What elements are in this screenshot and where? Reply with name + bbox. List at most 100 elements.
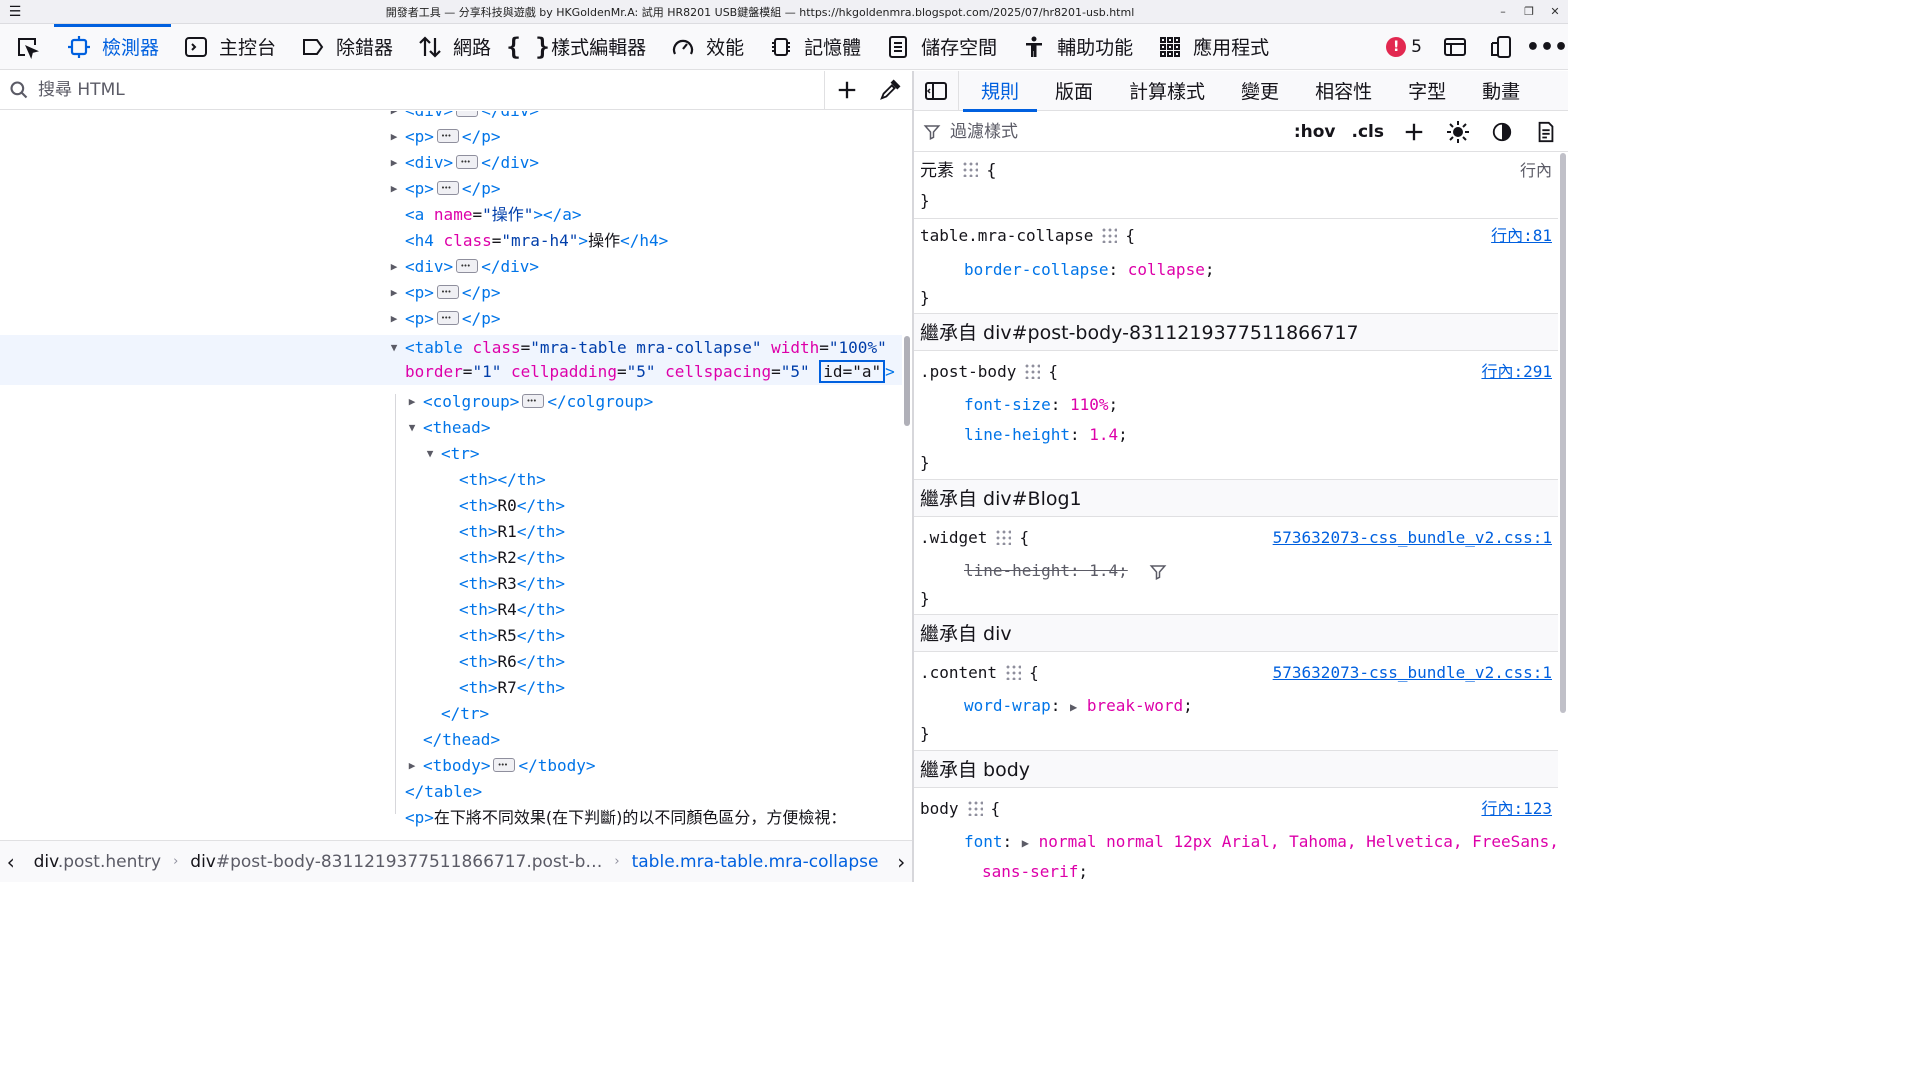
- markup-node[interactable]: ▶ <p></p>: [0, 123, 902, 150]
- css-value[interactable]: 110%: [1070, 395, 1109, 414]
- css-value[interactable]: collapse: [1128, 260, 1205, 279]
- rule-selector[interactable]: .content: [920, 663, 997, 682]
- css-property[interactable]: border-collapse: [964, 260, 1109, 279]
- markup-node-selected[interactable]: ▼ <table class="mra-table mra-collapse" …: [0, 335, 902, 385]
- element-picker-button[interactable]: [0, 24, 54, 70]
- collapsed-ellipsis[interactable]: [456, 149, 479, 175]
- more-options-icon[interactable]: •••: [1526, 34, 1568, 60]
- collapsed-ellipsis[interactable]: [493, 752, 516, 778]
- breadcrumb-item[interactable]: div.post.hentry: [22, 852, 174, 872]
- collapsed-ellipsis[interactable]: [436, 279, 459, 305]
- markup-node-th[interactable]: <th>R0</th>: [0, 493, 902, 519]
- error-count-button[interactable]: ! 5: [1386, 37, 1422, 57]
- markup-node-th[interactable]: <th>R7</th>: [0, 675, 902, 701]
- markup-node-th[interactable]: <th>R4</th>: [0, 597, 902, 623]
- rule-selector[interactable]: table.mra-collapse: [920, 226, 1093, 245]
- collapse-arrow-icon[interactable]: ▼: [424, 441, 436, 467]
- markup-node[interactable]: ▶ <colgroup></colgroup>: [0, 388, 902, 415]
- markup-node-close[interactable]: </thead>: [0, 727, 902, 753]
- tab-changes[interactable]: 變更: [1223, 71, 1297, 111]
- css-value[interactable]: 1.4: [1089, 425, 1118, 444]
- markup-node-close[interactable]: </table>: [0, 779, 902, 805]
- collapse-arrow-icon[interactable]: ▼: [406, 415, 418, 441]
- markup-node[interactable]: ▶ <p></p>: [0, 175, 902, 202]
- minimize-icon[interactable]: –: [1490, 5, 1516, 18]
- light-scheme-button[interactable]: [1436, 120, 1480, 144]
- html-search-input[interactable]: [38, 80, 824, 100]
- tab-computed[interactable]: 計算樣式: [1111, 71, 1223, 111]
- markup-node-th[interactable]: <th>R3</th>: [0, 571, 902, 597]
- expand-arrow-icon[interactable]: ▶: [388, 280, 400, 306]
- rule-selector[interactable]: 元素: [920, 161, 954, 181]
- markup-node[interactable]: <h4 class="mra-h4">操作</h4>: [0, 228, 902, 254]
- tab-layout[interactable]: 版面: [1037, 71, 1111, 111]
- class-toggle-button[interactable]: .cls: [1344, 122, 1392, 142]
- breadcrumb-prev-icon[interactable]: ‹: [0, 850, 22, 874]
- rule-selector[interactable]: .widget: [920, 528, 987, 547]
- dark-scheme-button[interactable]: [1480, 121, 1524, 143]
- markup-node-th[interactable]: <th>R6</th>: [0, 649, 902, 675]
- scrollbar-thumb[interactable]: [1560, 153, 1566, 713]
- selector-highlight-icon[interactable]: [962, 161, 978, 177]
- expand-arrow-icon[interactable]: ▶: [388, 306, 400, 332]
- expand-arrow-icon[interactable]: ▶: [388, 124, 400, 150]
- responsive-design-icon[interactable]: [1488, 34, 1514, 60]
- breadcrumb-item[interactable]: div#post-body-8311219377511866717.post-b…: [178, 852, 614, 872]
- tab-storage[interactable]: 儲存空間: [873, 24, 1009, 70]
- breadcrumb-item-current[interactable]: table.mra-table.mra-collapse: [620, 852, 891, 872]
- dock-layout-icon[interactable]: [1442, 34, 1468, 60]
- tab-compatibility[interactable]: 相容性: [1297, 71, 1390, 111]
- markup-node-th[interactable]: <th>R5</th>: [0, 623, 902, 649]
- add-node-button[interactable]: [824, 70, 868, 110]
- rule-selector[interactable]: body: [920, 799, 959, 818]
- filter-icon[interactable]: [1149, 563, 1167, 581]
- selector-highlight-icon[interactable]: [1005, 663, 1022, 680]
- hover-state-button[interactable]: :hov: [1286, 122, 1344, 142]
- overridden-declaration[interactable]: line-height: 1.4;: [964, 561, 1128, 580]
- expand-value-icon[interactable]: ▶: [1070, 700, 1077, 714]
- css-property[interactable]: font: [964, 832, 1003, 851]
- css-property[interactable]: word-wrap: [964, 696, 1051, 715]
- expand-arrow-icon[interactable]: ▶: [388, 254, 400, 280]
- tab-rules[interactable]: 規則: [963, 71, 1038, 112]
- rule-source-link[interactable]: 行內:291: [1481, 357, 1552, 387]
- collapsed-ellipsis[interactable]: [436, 305, 459, 331]
- expand-value-icon[interactable]: ▶: [1022, 836, 1029, 850]
- collapsed-ellipsis[interactable]: [456, 253, 479, 279]
- collapsed-ellipsis[interactable]: [436, 123, 459, 149]
- tab-memory[interactable]: 記憶體: [756, 24, 873, 70]
- tab-console[interactable]: 主控台: [171, 24, 288, 70]
- rule-source-link[interactable]: 行內:123: [1481, 794, 1552, 824]
- add-rule-button[interactable]: [1392, 121, 1436, 143]
- restore-icon[interactable]: ❐: [1516, 5, 1542, 18]
- expand-arrow-icon[interactable]: ▶: [388, 150, 400, 176]
- selector-highlight-icon[interactable]: [1024, 362, 1041, 379]
- expand-arrow-icon[interactable]: ▶: [406, 389, 418, 415]
- expand-arrow-icon[interactable]: ▶: [388, 176, 400, 202]
- window-menu-icon[interactable]: ☰: [0, 4, 30, 20]
- css-property[interactable]: line-height: [964, 425, 1070, 444]
- tab-accessibility[interactable]: 輔助功能: [1009, 24, 1145, 70]
- markup-node[interactable]: ▶ <div></div>: [0, 111, 902, 124]
- markup-scrollbar[interactable]: [902, 111, 912, 840]
- eyedropper-button[interactable]: [868, 71, 912, 110]
- css-value[interactable]: normal normal 12px Arial, Tahoma, Helvet…: [1039, 832, 1558, 851]
- css-value[interactable]: break-word: [1087, 696, 1183, 715]
- markup-node-th[interactable]: <th>R2</th>: [0, 545, 902, 571]
- expand-arrow-icon[interactable]: ▶: [406, 753, 418, 779]
- tab-animations[interactable]: 動畫: [1464, 71, 1538, 111]
- markup-node[interactable]: ▶ <div></div>: [0, 149, 902, 176]
- rule-selector[interactable]: .post-body: [920, 362, 1016, 381]
- markup-node-close[interactable]: </tr>: [0, 701, 902, 727]
- collapsed-ellipsis[interactable]: [522, 388, 545, 414]
- expand-arrow-icon[interactable]: ▶: [388, 111, 400, 124]
- rule-source-link[interactable]: 573632073-css_bundle_v2.css:1: [1273, 658, 1552, 688]
- close-window-icon[interactable]: ✕: [1542, 5, 1568, 18]
- tab-application[interactable]: 應用程式: [1145, 24, 1281, 70]
- tab-debugger[interactable]: 除錯器: [288, 24, 405, 70]
- collapse-arrow-icon[interactable]: ▼: [388, 335, 400, 361]
- markup-node[interactable]: ▶ <tbody></tbody>: [0, 752, 902, 779]
- markup-node-th[interactable]: <th></th>: [0, 467, 902, 493]
- markup-node[interactable]: ▶ <div></div>: [0, 253, 902, 280]
- rule-source-link[interactable]: 573632073-css_bundle_v2.css:1: [1273, 523, 1552, 553]
